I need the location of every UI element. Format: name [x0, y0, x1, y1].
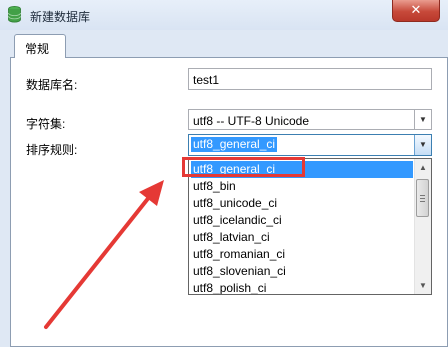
php-logo-icon: php [356, 304, 392, 326]
highlight-box [182, 157, 305, 177]
watermark-text: 中文网 [396, 310, 433, 324]
watermark: php 中文网 [356, 304, 444, 330]
